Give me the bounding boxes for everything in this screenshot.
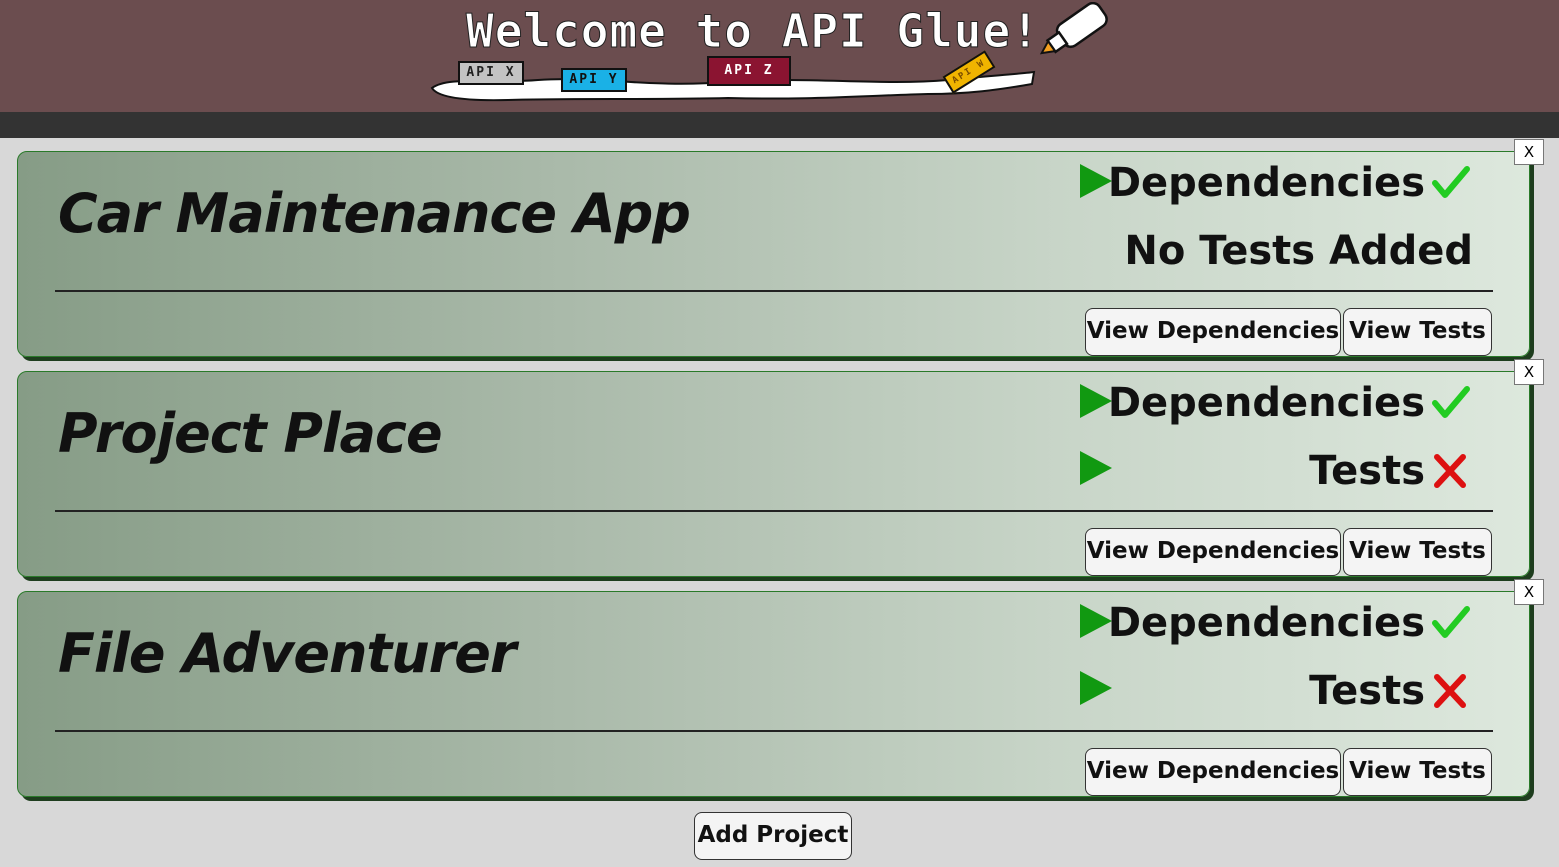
api-y-tag: API Y <box>561 68 627 92</box>
check-icon <box>1432 166 1470 198</box>
play-tests-icon[interactable] <box>1080 671 1112 705</box>
check-icon <box>1432 386 1470 418</box>
api-z-tag: API Z <box>707 56 791 86</box>
dependencies-label: Dependencies <box>1107 380 1425 426</box>
project-title: Car Maintenance App <box>58 182 691 245</box>
view-tests-button[interactable]: View Tests <box>1343 308 1492 356</box>
view-tests-button[interactable]: View Tests <box>1343 748 1492 796</box>
card-divider <box>55 730 1493 732</box>
tests-label: Tests <box>1309 668 1425 714</box>
dependencies-status: Dependencies <box>1108 598 1473 648</box>
dependencies-status: Dependencies <box>1108 378 1473 428</box>
project-card: Car Maintenance App Dependencies No Test… <box>17 151 1530 357</box>
project-card: Project Place Dependencies Tests View De… <box>17 371 1530 577</box>
card-divider <box>55 290 1493 292</box>
close-project-button[interactable]: X <box>1514 579 1544 605</box>
project-title: File Adventurer <box>58 622 517 685</box>
tests-label: Tests <box>1309 448 1425 494</box>
tests-label: No Tests Added <box>1124 228 1473 274</box>
api-x-tag: API X <box>458 61 524 85</box>
tests-status: Tests <box>1309 666 1473 716</box>
view-tests-button[interactable]: View Tests <box>1343 528 1492 576</box>
dependencies-status: Dependencies <box>1108 158 1473 208</box>
dependencies-label: Dependencies <box>1107 160 1425 206</box>
header-strip <box>0 112 1559 138</box>
view-dependencies-button[interactable]: View Dependencies <box>1085 308 1341 356</box>
header-banner: Welcome to API Glue! API X API Y API Z A… <box>0 0 1559 112</box>
play-tests-icon[interactable] <box>1080 451 1112 485</box>
view-dependencies-button[interactable]: View Dependencies <box>1085 748 1341 796</box>
tests-status: Tests <box>1309 446 1473 496</box>
cross-icon <box>1434 674 1466 708</box>
check-icon <box>1432 606 1470 638</box>
tests-status: No Tests Added <box>1124 226 1473 276</box>
dependencies-label: Dependencies <box>1107 600 1425 646</box>
cross-icon <box>1434 454 1466 488</box>
card-divider <box>55 510 1493 512</box>
banner-title: Welcome to API Glue! <box>466 4 1040 59</box>
glue-bottle-icon <box>1039 2 1108 55</box>
add-project-button[interactable]: Add Project <box>694 812 852 860</box>
project-title: Project Place <box>58 402 443 465</box>
close-project-button[interactable]: X <box>1514 139 1544 165</box>
close-project-button[interactable]: X <box>1514 359 1544 385</box>
view-dependencies-button[interactable]: View Dependencies <box>1085 528 1341 576</box>
project-card: File Adventurer Dependencies Tests View … <box>17 591 1530 797</box>
